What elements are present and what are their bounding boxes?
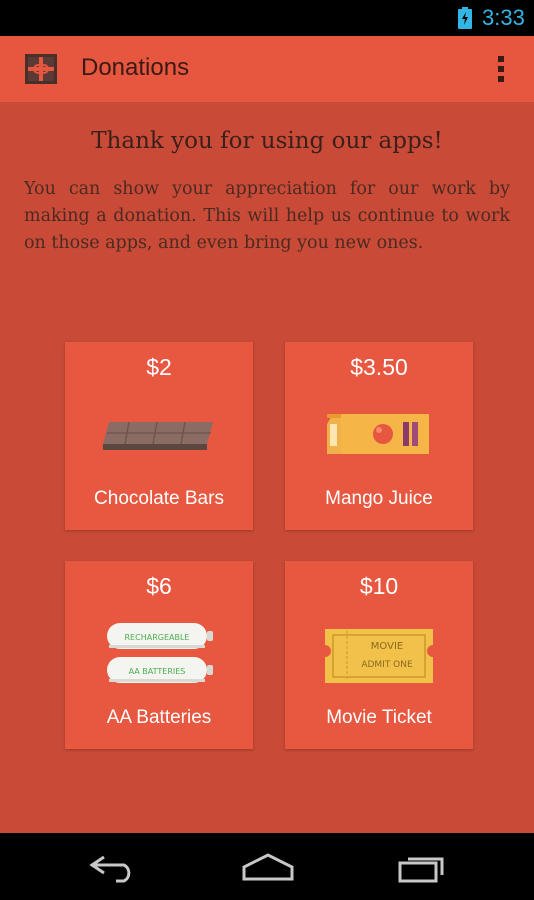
juice-carton-icon xyxy=(327,414,429,454)
status-bar: 3:33 xyxy=(0,0,534,36)
ticket-text-2: ADMIT ONE xyxy=(361,660,413,670)
main-content: Thank you for using our apps! You can sh… xyxy=(0,102,534,833)
ticket-text-1: MOVIE xyxy=(371,641,403,652)
donation-label: Movie Ticket xyxy=(326,707,432,728)
donation-price: $10 xyxy=(359,573,399,599)
donation-card-aa-batteries[interactable]: $6 RECHARGEABLE AA BATTERIES AA Batterie… xyxy=(65,561,253,749)
donation-card-movie-ticket[interactable]: $10 MOVIE ADMIT ONE Movie Ticket xyxy=(285,561,473,749)
donation-card-chocolate[interactable]: $2 Chocolate Bars xyxy=(65,342,253,530)
battery-text-2: AA BATTERIES xyxy=(129,667,186,676)
donation-description: You can show your appreciation for our w… xyxy=(24,179,510,253)
battery-text-1: RECHARGEABLE xyxy=(125,633,190,642)
donation-price: $6 xyxy=(146,573,172,599)
action-bar: Donations xyxy=(0,36,534,102)
home-icon[interactable] xyxy=(240,851,296,883)
gift-icon xyxy=(25,54,57,84)
donation-label: AA Batteries xyxy=(106,707,212,728)
back-icon[interactable] xyxy=(86,851,142,883)
recent-apps-icon[interactable] xyxy=(394,851,450,883)
thank-you-heading: Thank you for using our apps! xyxy=(91,128,443,154)
overflow-menu-icon[interactable] xyxy=(492,54,510,84)
batteries-icon: RECHARGEABLE AA BATTERIES xyxy=(107,623,213,683)
donation-price: $2 xyxy=(146,354,172,380)
status-clock: 3:33 xyxy=(482,5,525,30)
donation-label: Chocolate Bars xyxy=(94,488,224,509)
donation-label: Mango Juice xyxy=(325,488,433,509)
page-title: Donations xyxy=(81,54,190,81)
donation-card-mango-juice[interactable]: $3.50 Mango Juice xyxy=(285,342,473,530)
movie-ticket-icon: MOVIE ADMIT ONE xyxy=(325,629,433,683)
navigation-bar xyxy=(0,833,534,900)
donation-price: $3.50 xyxy=(350,354,408,380)
battery-charging-icon xyxy=(458,7,472,29)
chocolate-bar-icon xyxy=(103,421,213,450)
